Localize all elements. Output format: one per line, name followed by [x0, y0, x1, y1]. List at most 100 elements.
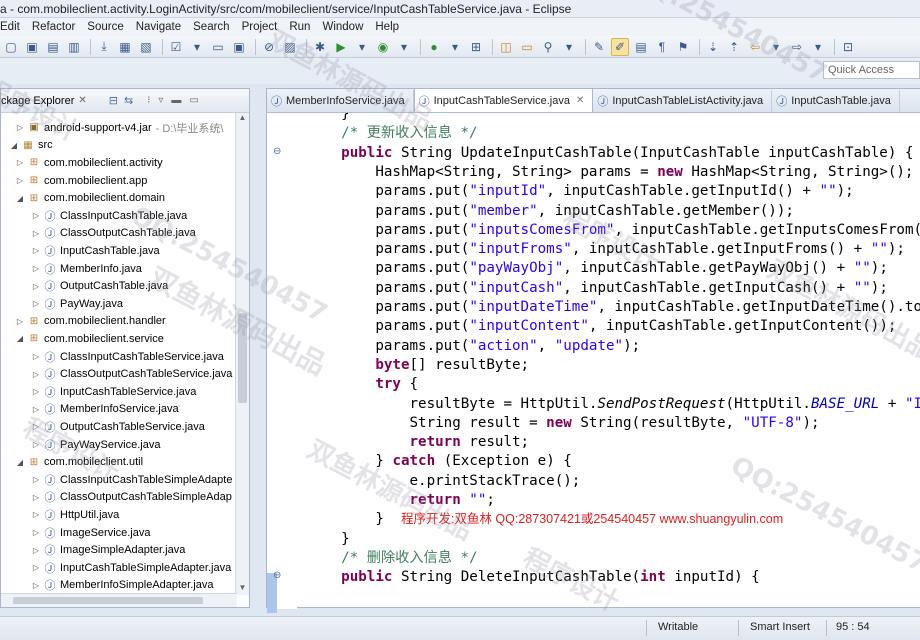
- collapsed-arrow-icon[interactable]: ▷: [31, 546, 41, 555]
- tree-item[interactable]: ▷ Ⓙ ImageService.java: [31, 524, 151, 542]
- open-folder-icon[interactable]: ▭: [518, 38, 536, 56]
- collapsed-arrow-icon[interactable]: ▷: [15, 176, 25, 185]
- tree-item[interactable]: ▷ Ⓙ ClassInputCashTableService.java: [31, 348, 224, 366]
- tree-item[interactable]: ▷ Ⓙ ClassInputCashTableSimpleAdapte: [31, 471, 233, 489]
- prev-annotation-icon[interactable]: ⇡: [725, 38, 743, 56]
- expanded-arrow-icon[interactable]: ◢: [15, 334, 25, 343]
- collapsed-arrow-icon[interactable]: ▷: [31, 229, 41, 238]
- tree-item[interactable]: ▷ ⊞ com.mobileclient.handler: [15, 313, 166, 331]
- expanded-arrow-icon[interactable]: ◢: [15, 458, 25, 467]
- tree-item[interactable]: ▷ Ⓙ MemberInfoSimpleAdapter.java: [31, 577, 214, 595]
- window-icon[interactable]: ▣: [230, 38, 248, 56]
- checkbox-icon[interactable]: ☑: [167, 38, 185, 56]
- save-icon[interactable]: ▣: [23, 38, 41, 56]
- block-selection-icon[interactable]: ▤: [632, 38, 650, 56]
- tree-item[interactable]: ▷ ▣ android-support-v4.jar - D:\毕业系统\: [15, 119, 224, 137]
- fold-icon[interactable]: ⊖: [273, 146, 283, 162]
- menu-search[interactable]: Search: [187, 21, 235, 33]
- tree-item[interactable]: ▷ Ⓙ InputCashTableSimpleAdapter.java: [31, 559, 231, 577]
- collapsed-arrow-icon[interactable]: ▷: [31, 581, 41, 590]
- new-package-icon[interactable]: ⊞: [467, 38, 485, 56]
- horizontal-scrollbar[interactable]: [1, 593, 237, 607]
- highlight-icon[interactable]: ✐: [611, 37, 629, 56]
- tree-item[interactable]: ▷ Ⓙ ImageSimpleAdapter.java: [31, 541, 185, 559]
- editor-tab[interactable]: Ⓙ InputCashTableService.java ✕: [413, 88, 594, 112]
- collapsed-arrow-icon[interactable]: ▷: [31, 370, 41, 379]
- tree-item[interactable]: ▷ Ⓙ InputCashTableService.java: [31, 383, 196, 401]
- back-icon[interactable]: ⇦: [746, 38, 764, 56]
- menu-run[interactable]: Run: [283, 21, 316, 33]
- debug-icon[interactable]: ✱: [311, 38, 329, 56]
- layout-icon[interactable]: ▦: [116, 38, 134, 56]
- collapsed-arrow-icon[interactable]: ▷: [31, 246, 41, 255]
- new-icon[interactable]: ▢: [2, 38, 20, 56]
- next-annotation-icon[interactable]: ⇣: [704, 38, 722, 56]
- dropdown-icon[interactable]: ▾: [188, 38, 206, 56]
- tree-item[interactable]: ▷ Ⓙ OutputCashTable.java: [31, 277, 168, 295]
- expanded-arrow-icon[interactable]: ◢: [15, 194, 25, 203]
- collapsed-arrow-icon[interactable]: ▷: [31, 387, 41, 396]
- menu-navigate[interactable]: Navigate: [130, 21, 187, 33]
- tree-item[interactable]: ▷ Ⓙ InputCashTable.java: [31, 242, 160, 260]
- menu-source[interactable]: Source: [81, 21, 129, 33]
- scroll-thumb[interactable]: [13, 597, 203, 604]
- package-explorer-title[interactable]: ckage Explorer: [1, 95, 74, 107]
- tree-item[interactable]: ◢ ⊞ com.mobileclient.domain: [15, 189, 165, 207]
- editor-tab[interactable]: Ⓙ MemberInfoService.java: [267, 90, 414, 112]
- tree-item[interactable]: ▷ Ⓙ ClassOutputCashTable.java: [31, 225, 196, 243]
- vertical-scrollbar[interactable]: ▲ ▼: [235, 113, 249, 595]
- android-sdk-icon[interactable]: ▨: [281, 38, 299, 56]
- open-type-icon[interactable]: ◫: [497, 38, 515, 56]
- collapsed-arrow-icon[interactable]: ▷: [31, 352, 41, 361]
- whitespace-icon[interactable]: ¶: [653, 38, 671, 56]
- link-with-editor-icon[interactable]: ⇆: [124, 94, 133, 107]
- stop-icon[interactable]: ⊘: [260, 38, 278, 56]
- print-icon[interactable]: ▥: [65, 38, 83, 56]
- external-dropdown-icon[interactable]: ▾: [395, 38, 413, 56]
- tree-item[interactable]: ◢ ⊞ com.mobileclient.service: [15, 330, 164, 348]
- scroll-up-icon[interactable]: ▲: [236, 113, 249, 125]
- close-icon[interactable]: ✕: [78, 95, 86, 106]
- run-icon[interactable]: ▶: [332, 38, 350, 56]
- collapsed-arrow-icon[interactable]: ▷: [31, 211, 41, 220]
- expanded-arrow-icon[interactable]: ◢: [9, 141, 19, 150]
- tree-item[interactable]: ▷ Ⓙ HttpUtil.java: [31, 506, 119, 524]
- back-dropdown-icon[interactable]: ▾: [767, 38, 785, 56]
- server-icon[interactable]: ▧: [137, 38, 155, 56]
- forward-icon[interactable]: ⇨: [788, 38, 806, 56]
- run-external-icon[interactable]: ◉: [374, 38, 392, 56]
- tree-item[interactable]: ▷ Ⓙ PayWayService.java: [31, 436, 161, 454]
- tree-item[interactable]: ▷ Ⓙ PayWay.java: [31, 295, 123, 313]
- tree-item[interactable]: ▷ Ⓙ ClassOutputCashTableSimpleAdap: [31, 489, 232, 507]
- search-icon[interactable]: ⚲: [539, 38, 557, 56]
- quick-access-field[interactable]: Quick Access: [823, 61, 920, 79]
- pin-icon[interactable]: ⚑: [674, 38, 692, 56]
- collapsed-arrow-icon[interactable]: ▷: [31, 422, 41, 431]
- menu-help[interactable]: Help: [369, 21, 405, 33]
- collapsed-arrow-icon[interactable]: ▷: [31, 475, 41, 484]
- fold-icon[interactable]: ⊖: [273, 570, 283, 586]
- minimize-icon[interactable]: ▬: [171, 95, 181, 106]
- tree-item[interactable]: ▷ ⊞ com.mobileclient.app: [15, 172, 147, 190]
- scroll-down-icon[interactable]: ▼: [236, 583, 249, 595]
- dropdown-icon[interactable]: ▿: [158, 95, 163, 106]
- tree-item[interactable]: ▷ Ⓙ ClassOutputCashTableService.java: [31, 365, 233, 383]
- maximize-icon[interactable]: ▭: [189, 95, 198, 106]
- menu-refactor[interactable]: Refactor: [26, 21, 81, 33]
- menu-edit[interactable]: Edit: [0, 21, 26, 33]
- collapsed-arrow-icon[interactable]: ▷: [31, 440, 41, 449]
- view-menu-icon[interactable]: ⁝: [147, 95, 150, 106]
- download-icon[interactable]: ⤓: [95, 38, 113, 56]
- collapsed-arrow-icon[interactable]: ▷: [31, 563, 41, 572]
- menu-window[interactable]: Window: [316, 21, 369, 33]
- forward-dropdown-icon[interactable]: ▾: [809, 38, 827, 56]
- terminal-icon[interactable]: ▭: [209, 38, 227, 56]
- collapsed-arrow-icon[interactable]: ▷: [15, 317, 25, 326]
- search-dropdown-icon[interactable]: ▾: [560, 38, 578, 56]
- open-perspective-icon[interactable]: ⊡: [839, 38, 857, 56]
- collapsed-arrow-icon[interactable]: ▷: [15, 123, 25, 132]
- tree-item[interactable]: ▷ Ⓙ OutputCashTableService.java: [31, 418, 205, 436]
- new-class-dropdown-icon[interactable]: ▾: [446, 38, 464, 56]
- save-all-icon[interactable]: ▤: [44, 38, 62, 56]
- scroll-thumb[interactable]: [238, 313, 247, 403]
